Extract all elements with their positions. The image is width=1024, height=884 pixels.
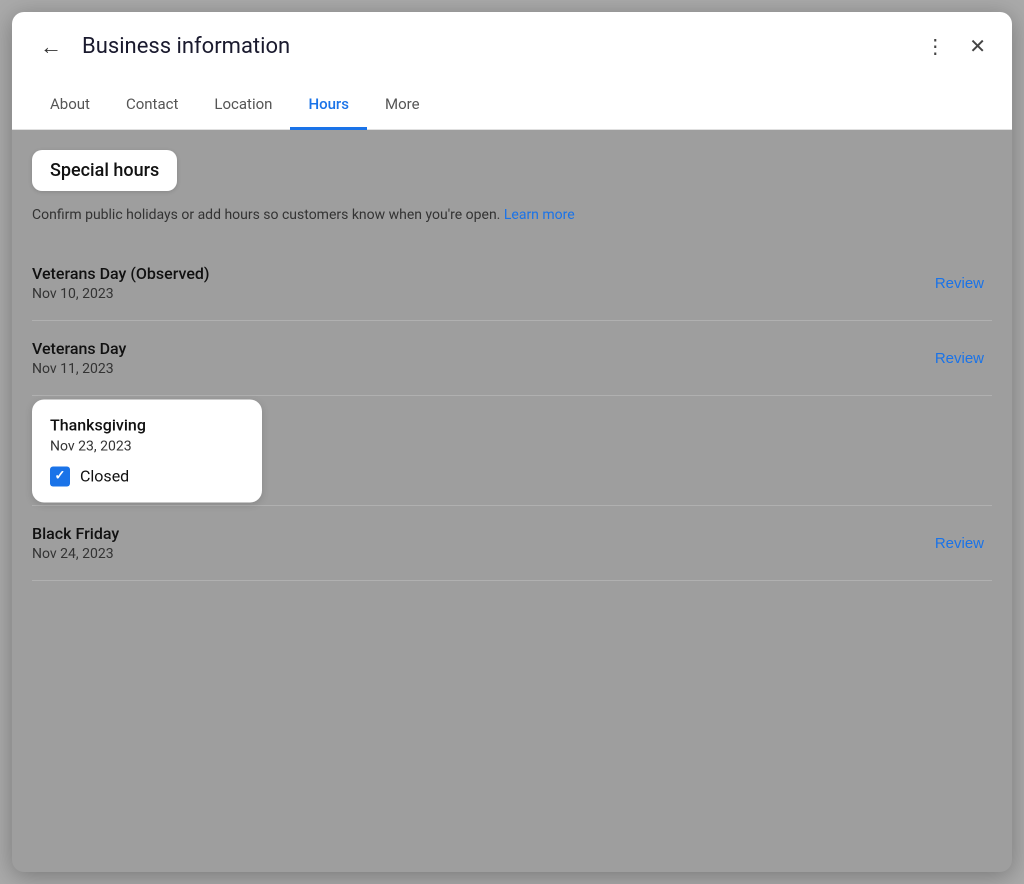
closed-checkbox[interactable] bbox=[50, 466, 70, 486]
tab-more[interactable]: More bbox=[367, 81, 438, 130]
closed-label: Closed bbox=[80, 467, 129, 486]
holiday-row-veterans-day: Veterans Day Nov 11, 2023 Review bbox=[32, 321, 992, 396]
modal: ← Business information ⋮ ✕ About Contact… bbox=[12, 12, 1012, 872]
holiday-date: Nov 10, 2023 bbox=[32, 286, 210, 302]
holiday-row-veterans-day-observed: Veterans Day (Observed) Nov 10, 2023 Rev… bbox=[32, 246, 992, 321]
tab-location[interactable]: Location bbox=[196, 81, 290, 130]
tabs-bar: About Contact Location Hours More bbox=[12, 81, 1012, 130]
thanksgiving-card: Thanksgiving Nov 23, 2023 Closed bbox=[32, 399, 262, 502]
more-options-button[interactable]: ⋮ bbox=[919, 28, 951, 65]
content-area: Special hours Confirm public holidays or… bbox=[12, 130, 1012, 581]
closed-row: Closed bbox=[50, 466, 244, 486]
holiday-info-veterans-day-observed: Veterans Day (Observed) Nov 10, 2023 bbox=[32, 264, 210, 302]
special-hours-description: Confirm public holidays or add hours so … bbox=[32, 205, 992, 226]
modal-header: ← Business information ⋮ ✕ bbox=[12, 12, 1012, 81]
back-button[interactable]: ← bbox=[32, 30, 70, 64]
holiday-name: Veterans Day bbox=[32, 339, 126, 358]
thanksgiving-name: Thanksgiving bbox=[50, 415, 244, 434]
special-hours-badge: Special hours bbox=[32, 150, 177, 191]
tab-hours[interactable]: Hours bbox=[290, 81, 367, 130]
review-button-black-friday[interactable]: Review bbox=[927, 531, 992, 556]
holiday-row-black-friday: Black Friday Nov 24, 2023 Review bbox=[32, 506, 992, 581]
close-button[interactable]: ✕ bbox=[963, 28, 992, 65]
holiday-date: Nov 11, 2023 bbox=[32, 361, 126, 377]
holiday-name: Black Friday bbox=[32, 524, 119, 543]
tab-about[interactable]: About bbox=[32, 81, 108, 130]
tab-contact[interactable]: Contact bbox=[108, 81, 196, 130]
holiday-date: Nov 24, 2023 bbox=[32, 546, 119, 562]
learn-more-link[interactable]: Learn more bbox=[504, 207, 575, 223]
holiday-info-black-friday: Black Friday Nov 24, 2023 bbox=[32, 524, 119, 562]
review-button-veterans-day[interactable]: Review bbox=[927, 346, 992, 371]
thanksgiving-date: Nov 23, 2023 bbox=[50, 438, 244, 454]
holiday-name: Veterans Day (Observed) bbox=[32, 264, 210, 283]
modal-title: Business information bbox=[82, 34, 907, 59]
holiday-info-veterans-day: Veterans Day Nov 11, 2023 bbox=[32, 339, 126, 377]
holiday-row-thanksgiving: Thanksgiving Nov 23, 2023 Closed 🗑 bbox=[32, 396, 992, 506]
review-button-veterans-day-observed[interactable]: Review bbox=[927, 271, 992, 296]
